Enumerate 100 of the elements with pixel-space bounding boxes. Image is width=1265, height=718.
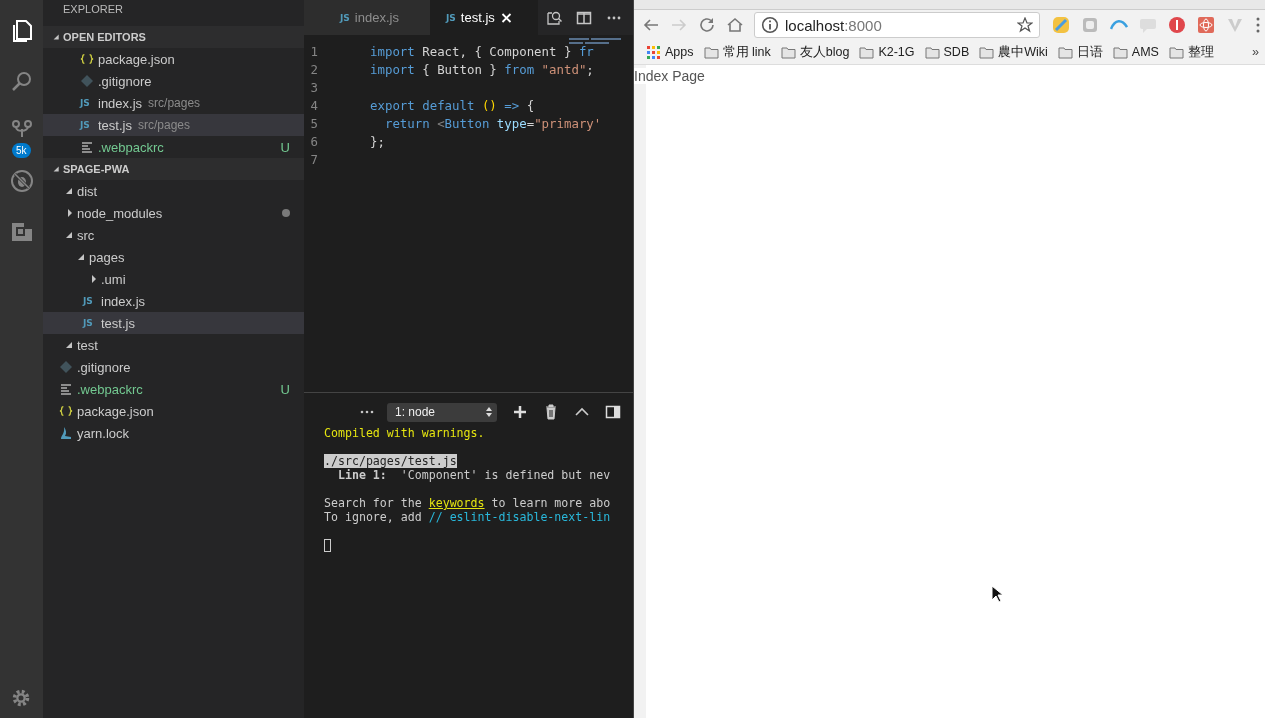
js-icon: JS — [80, 98, 94, 108]
file-name: .webpackrc — [98, 139, 164, 155]
folder-icon — [859, 45, 875, 59]
home-icon[interactable] — [726, 16, 744, 34]
diamond-icon — [80, 74, 94, 88]
terminal-line: Compiled with warnings. — [324, 426, 485, 440]
kebab-menu-icon[interactable] — [1255, 16, 1261, 34]
section-title: OPEN EDITORS — [63, 31, 146, 43]
file-name: index.js — [101, 293, 146, 309]
bookmark[interactable]: 整理 — [1168, 43, 1214, 61]
bookmark[interactable]: 友人blog — [780, 43, 850, 61]
js-icon: JS — [446, 12, 456, 23]
info-icon — [761, 16, 779, 34]
folder-icon — [1168, 45, 1184, 59]
bookmark[interactable]: AMS — [1112, 45, 1159, 59]
folder-item[interactable]: src — [43, 224, 304, 246]
folder-item[interactable]: pages — [43, 246, 304, 268]
file-name: .gitignore — [98, 73, 152, 89]
folder-icon — [780, 45, 796, 59]
code-line: return <Button type="primary' — [383, 115, 602, 133]
bookmark[interactable]: K2-1G — [859, 45, 915, 59]
settings-icon[interactable] — [10, 687, 32, 709]
folder-item[interactable]: node_modules — [43, 202, 304, 224]
open-editor-item[interactable]: JS test.js src/pages — [43, 114, 304, 136]
close-icon[interactable] — [499, 11, 513, 24]
section-header[interactable]: OPEN EDITORS — [43, 26, 304, 48]
file-name: yarn.lock — [77, 425, 130, 441]
editor-tab[interactable]: JS test.js — [430, 0, 538, 35]
file-name: index.js — [98, 95, 143, 111]
file-item[interactable]: JS test.js — [43, 312, 304, 334]
lines-icon — [80, 140, 94, 154]
bookmark[interactable]: 日语 — [1057, 43, 1103, 61]
overflow-chevron[interactable]: » — [1252, 45, 1259, 59]
folder-icon — [924, 45, 940, 59]
line-number: 6 — [309, 133, 319, 151]
file-name: package.json — [98, 51, 175, 67]
js-icon: JS — [80, 120, 94, 130]
count-badge: 5k — [12, 143, 31, 158]
terminal-line: Line 1: 'Component' is defined but nev — [336, 468, 611, 482]
js-icon: JS — [83, 318, 97, 328]
terminal-line: To ignore, add // eslint-disable-next-lin — [324, 510, 611, 524]
atom-icon[interactable] — [1197, 16, 1215, 34]
folder-item[interactable]: test — [43, 334, 304, 356]
url-text: localhost:8000 — [785, 16, 882, 34]
line-number: 3 — [309, 79, 319, 97]
folder-name: pages — [89, 249, 125, 265]
file-item[interactable]: .gitignore — [43, 356, 304, 378]
code-line: import React, { Component } fr — [369, 43, 594, 61]
folder-name: test — [77, 337, 98, 353]
lines-icon — [59, 382, 73, 396]
bookmark[interactable]: 常用 link — [703, 43, 771, 61]
section-header[interactable]: SPAGE-PWA — [43, 158, 304, 180]
folder-name: node_modules — [77, 205, 163, 221]
panel-icon[interactable] — [605, 404, 621, 420]
line-number: 2 — [309, 61, 319, 79]
open-editor-item[interactable]: .webpackrc U — [43, 136, 304, 158]
file-name: .webpackrc — [77, 381, 143, 397]
split-editor-icon[interactable] — [576, 9, 592, 26]
sidebar-title: EXPLORER — [62, 2, 124, 17]
braces-icon — [59, 404, 73, 418]
line-number: 4 — [309, 97, 319, 115]
js-icon: JS — [340, 12, 350, 23]
star-icon[interactable] — [1017, 17, 1033, 33]
bug-icon[interactable] — [9, 169, 34, 193]
address-bar[interactable]: localhost:8000 — [754, 12, 1040, 38]
line-number: 5 — [309, 115, 319, 133]
diamond-icon — [59, 360, 73, 374]
folder-name: dist — [77, 183, 98, 199]
open-editor-item[interactable]: .gitignore — [43, 70, 304, 92]
bookmark[interactable]: SDB — [924, 45, 970, 59]
tab-label: index.js — [354, 10, 399, 25]
terminal-select[interactable]: 1: node — [387, 402, 497, 422]
file-name: test.js — [98, 117, 132, 133]
apps-grid-icon — [646, 45, 661, 59]
bookmark[interactable]: Apps — [646, 45, 694, 59]
file-item[interactable]: JS index.js — [43, 290, 304, 312]
code-line: export default () => { — [369, 97, 535, 115]
js-icon: JS — [83, 296, 97, 306]
git-status: U — [280, 381, 290, 397]
folder-icon — [979, 45, 995, 59]
terminal-line: Search for the keywords to learn more abo — [324, 496, 611, 510]
plus-icon[interactable] — [512, 404, 528, 420]
file-item[interactable]: package.json — [43, 400, 304, 422]
file-item[interactable]: .webpackrc U — [43, 378, 304, 400]
file-item[interactable]: yarn.lock — [43, 422, 304, 444]
reload-icon[interactable] — [698, 16, 716, 34]
folder-icon — [1057, 45, 1073, 59]
bookmark[interactable]: 農中Wiki — [979, 43, 1048, 61]
file-path: src/pages — [137, 118, 190, 132]
open-editor-item[interactable]: JS index.js src/pages — [43, 92, 304, 114]
editor-tab[interactable]: JS index.js — [304, 0, 430, 35]
code-line: import { Button } from "antd"; — [369, 61, 594, 79]
git-status: U — [280, 139, 290, 155]
trash-icon[interactable] — [543, 404, 559, 420]
folder-item[interactable]: .umi — [43, 268, 304, 290]
mouse-pointer-icon — [991, 585, 1003, 603]
file-path: src/pages — [148, 96, 201, 110]
folder-item[interactable]: dist — [43, 180, 304, 202]
open-editor-item[interactable]: package.json — [43, 48, 304, 70]
open-changes-icon[interactable] — [546, 9, 562, 26]
